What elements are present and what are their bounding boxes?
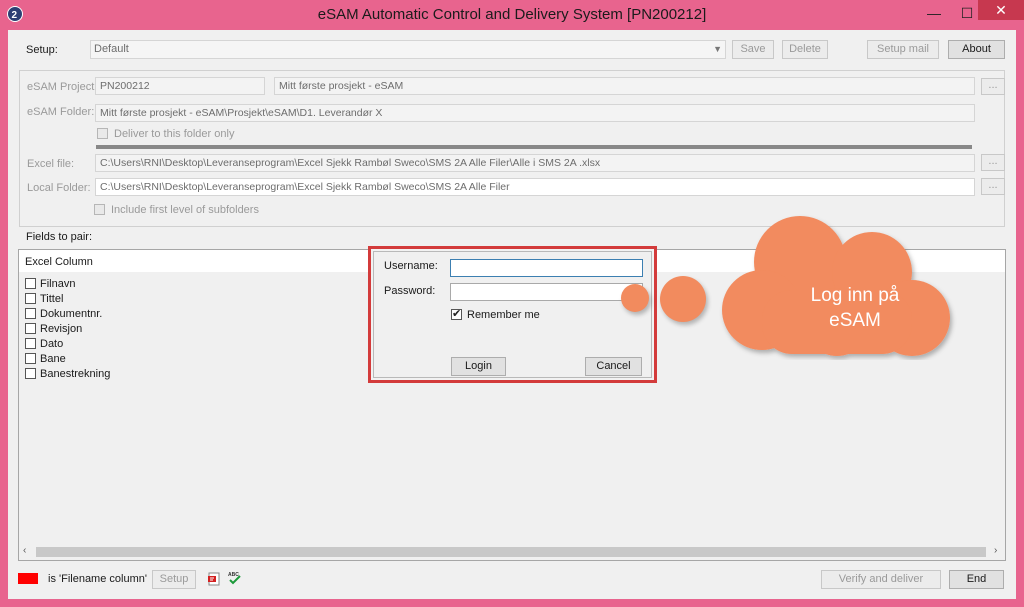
callout-dot-medium bbox=[660, 276, 706, 322]
field-item-label: Banestrekning bbox=[40, 368, 111, 380]
esam-folder-field[interactable]: Mitt første prosjekt - eSAM\Prosjekt\eSA… bbox=[95, 104, 975, 122]
app-window: 2 eSAM Automatic Control and Delivery Sy… bbox=[0, 0, 1024, 607]
login-dialog-body: Username: Password: Remember me Login Ca… bbox=[373, 251, 652, 378]
verify-deliver-button[interactable]: Verify and deliver bbox=[821, 570, 941, 589]
end-button[interactable]: End bbox=[949, 570, 1004, 589]
esam-project-label: eSAM Project: bbox=[27, 81, 98, 93]
field-checkbox[interactable] bbox=[25, 323, 36, 334]
include-subfolders-label: Include first level of subfolders bbox=[111, 204, 259, 216]
excel-file-label: Excel file: bbox=[27, 158, 75, 170]
field-checkbox[interactable] bbox=[25, 353, 36, 364]
setup-value: Default bbox=[94, 43, 129, 55]
local-folder-field[interactable]: C:\Users\RNI\Desktop\Leveranseprogram\Ex… bbox=[95, 178, 975, 196]
progress-separator bbox=[96, 145, 972, 149]
pdf-icon[interactable] bbox=[207, 572, 221, 586]
excel-column-header: Excel Column bbox=[25, 256, 93, 268]
footer-setup-button[interactable]: Setup bbox=[152, 570, 196, 589]
excel-browse-button[interactable]: ... bbox=[981, 154, 1005, 171]
esam-folder-label: eSAM Folder: bbox=[27, 106, 95, 118]
password-input[interactable] bbox=[450, 283, 643, 301]
window-title: eSAM Automatic Control and Delivery Syst… bbox=[317, 6, 707, 23]
filename-color-swatch bbox=[18, 573, 38, 584]
username-input[interactable] bbox=[450, 259, 643, 277]
setup-combobox[interactable]: Default ▼ bbox=[90, 40, 726, 59]
field-item-label: Filnavn bbox=[40, 278, 76, 290]
local-folder-label: Local Folder: bbox=[27, 182, 91, 194]
remember-me-label: Remember me bbox=[467, 309, 540, 321]
project-code-field[interactable]: PN200212 bbox=[95, 77, 265, 95]
login-button[interactable]: Login bbox=[451, 357, 506, 376]
field-item-label: Revisjon bbox=[40, 323, 83, 335]
field-checkbox[interactable] bbox=[25, 308, 36, 319]
remember-me-checkbox[interactable] bbox=[451, 307, 462, 320]
field-checkbox[interactable] bbox=[25, 338, 36, 349]
username-label: Username: bbox=[384, 260, 438, 272]
title-bar: 2 eSAM Automatic Control and Delivery Sy… bbox=[0, 0, 1024, 30]
project-name-field[interactable]: Mitt første prosjekt - eSAM bbox=[274, 77, 975, 95]
field-item-label: Bane bbox=[40, 353, 66, 365]
setup-mail-button[interactable]: Setup mail bbox=[867, 40, 939, 59]
cancel-button[interactable]: Cancel bbox=[585, 357, 642, 376]
minimize-button[interactable]: — bbox=[922, 4, 946, 22]
fields-to-pair-label: Fields to pair: bbox=[26, 231, 93, 243]
delete-button[interactable]: Delete bbox=[782, 40, 828, 59]
setup-label: Setup: bbox=[26, 44, 58, 56]
horizontal-scrollbar[interactable]: ‹ › bbox=[19, 544, 1005, 560]
filename-legend-label: is 'Filename column' bbox=[48, 573, 147, 585]
field-checkbox[interactable] bbox=[25, 368, 36, 379]
save-button[interactable]: Save bbox=[732, 40, 774, 59]
close-button[interactable]: ✕ bbox=[978, 0, 1024, 20]
field-checkbox[interactable] bbox=[25, 293, 36, 304]
chevron-down-icon[interactable]: ▼ bbox=[713, 41, 722, 58]
scrollbar-thumb[interactable] bbox=[36, 547, 986, 557]
field-item-label: Dato bbox=[40, 338, 64, 350]
login-dialog: Username: Password: Remember me Login Ca… bbox=[368, 246, 657, 383]
callout-dot-small bbox=[621, 284, 649, 312]
about-button[interactable]: About bbox=[948, 40, 1005, 59]
callout-text: Log inn på eSAM bbox=[810, 285, 900, 331]
field-item-label: Dokumentnr. bbox=[40, 308, 103, 320]
maximize-button[interactable]: ☐ bbox=[955, 4, 979, 22]
password-label: Password: bbox=[384, 285, 436, 297]
include-subfolders-checkbox[interactable] bbox=[94, 204, 105, 215]
scroll-left-icon[interactable]: ‹ bbox=[23, 545, 26, 556]
field-item-label: Tittel bbox=[40, 293, 64, 305]
spellcheck-icon[interactable]: ABC bbox=[227, 570, 241, 585]
deliver-only-checkbox[interactable] bbox=[97, 128, 108, 139]
deliver-only-label: Deliver to this folder only bbox=[114, 128, 235, 140]
excel-file-field[interactable]: C:\Users\RNI\Desktop\Leveranseprogram\Ex… bbox=[95, 154, 975, 172]
scroll-right-icon[interactable]: › bbox=[994, 545, 997, 556]
project-browse-button[interactable]: ... bbox=[981, 78, 1005, 95]
local-browse-button[interactable]: ... bbox=[981, 178, 1005, 195]
field-checkbox[interactable] bbox=[25, 278, 36, 289]
